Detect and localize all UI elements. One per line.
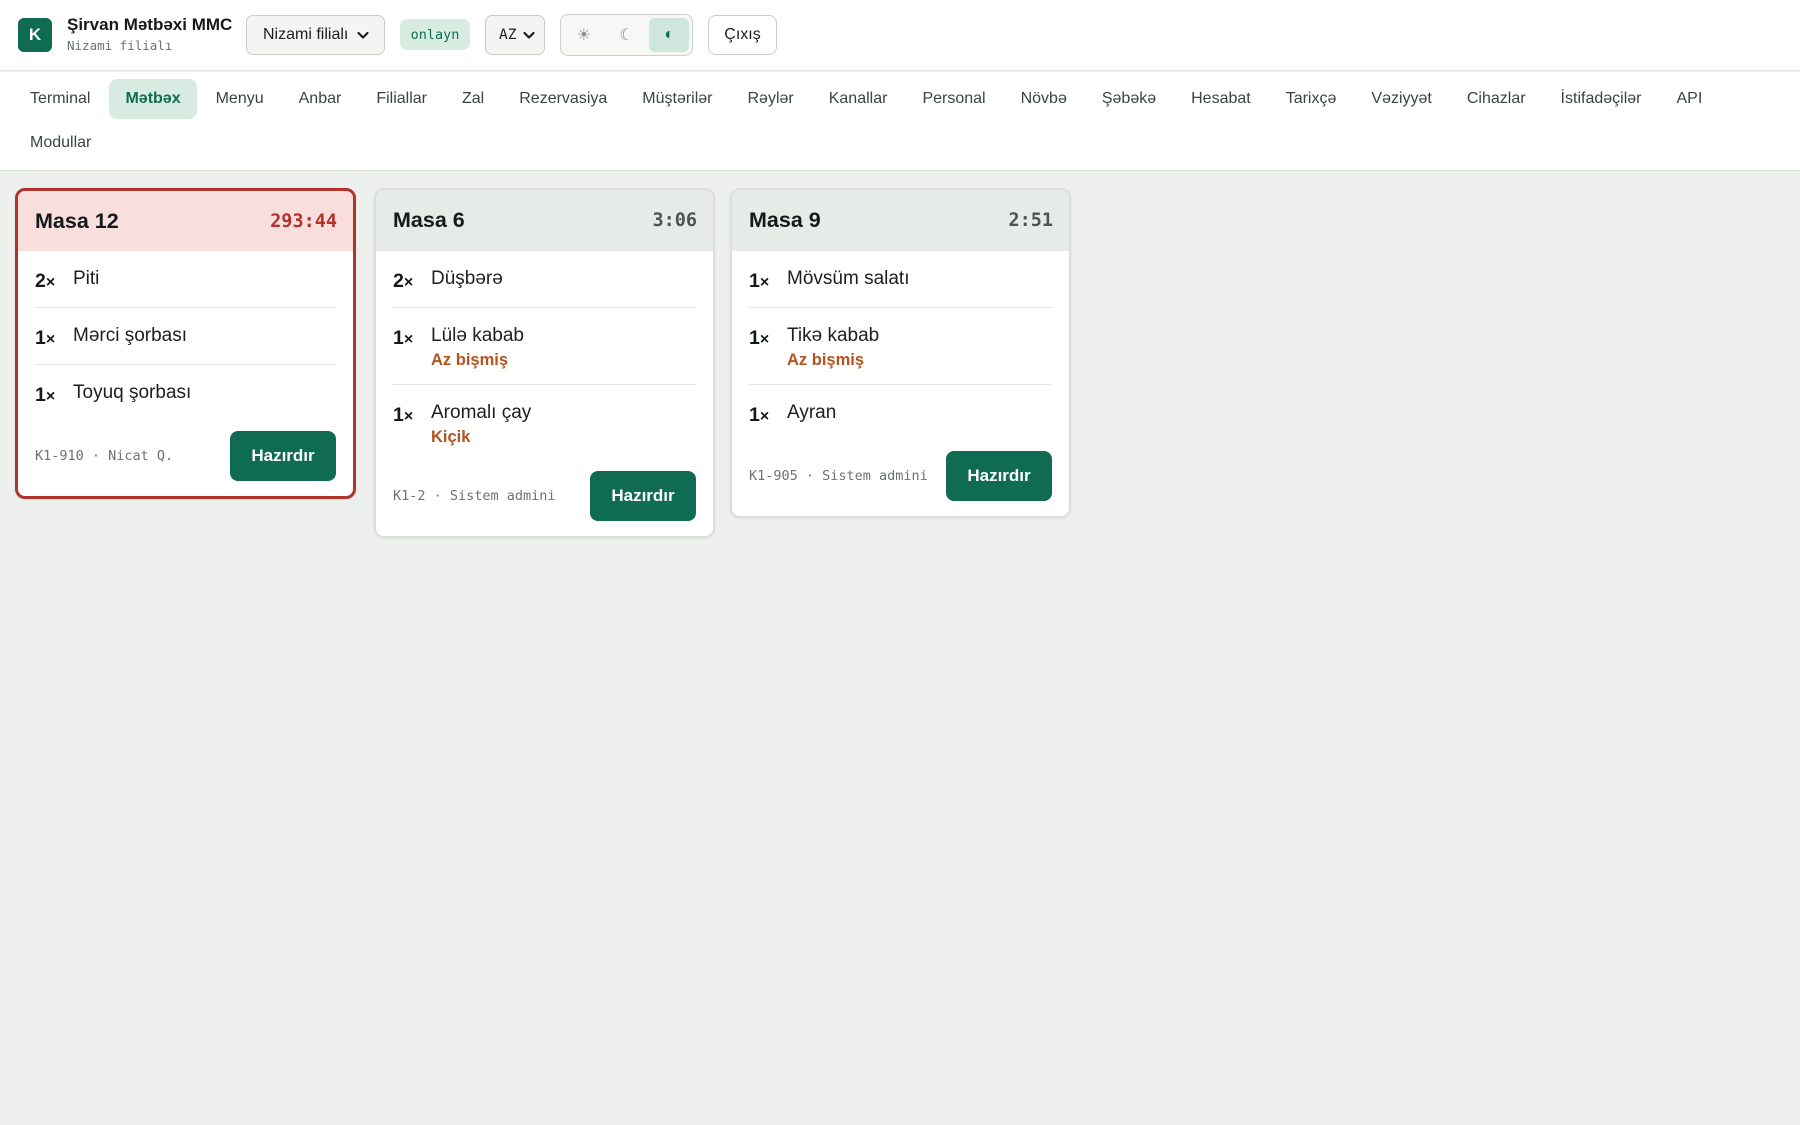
- table-name: Masa 9: [749, 208, 821, 232]
- ticket-item: 1× Tikə kabab Az bişmiş: [749, 308, 1052, 385]
- nav-item-customers[interactable]: Müştərilər: [626, 79, 728, 119]
- table-name: Masa 12: [35, 208, 119, 233]
- nav-item-modules[interactable]: Modullar: [14, 123, 107, 163]
- item-name: Lülə kabab: [431, 325, 524, 346]
- logout-button[interactable]: Çıxış: [708, 15, 777, 55]
- item-modifier: Az bişmiş: [431, 351, 509, 369]
- nav-item-shift[interactable]: Növbə: [1005, 79, 1083, 119]
- ticket-item: 1× Ayran: [749, 385, 1052, 441]
- nav-item-channels[interactable]: Kanallar: [813, 79, 904, 119]
- order-ticket: Masa 9 2:51 1× Mövsüm salatı 1× Tikə kab…: [730, 188, 1071, 518]
- item-quantity: 2×: [35, 270, 56, 292]
- ticket-item: 1× Mövsüm salatı: [749, 251, 1052, 308]
- order-ticket: Masa 6 3:06 2× Düşbərə 1× Lülə kabab Az …: [374, 188, 715, 538]
- branch-select-value: Nizami filialı: [263, 26, 349, 43]
- nav-item-kitchen[interactable]: Mətbəx: [109, 79, 197, 119]
- item-quantity: 1×: [749, 270, 770, 292]
- ticket-meta: K1-910 · Nicat Q.: [35, 448, 174, 464]
- ticket-header: Masa 6 3:06: [376, 190, 713, 251]
- main-nav: Terminal Mətbəx Menyu Anbar Filiallar Za…: [0, 72, 1800, 171]
- ticket-footer: K1-910 · Nicat Q. Hazırdır: [18, 421, 353, 496]
- item-quantity: 1×: [393, 404, 414, 426]
- moon-icon[interactable]: ☾: [607, 18, 647, 52]
- nav-item-terminal[interactable]: Terminal: [14, 79, 106, 119]
- item-name: Piti: [73, 268, 100, 289]
- company-logo: K: [18, 18, 52, 52]
- nav-item-branches[interactable]: Filiallar: [360, 79, 443, 119]
- ticket-items: 2× Düşbərə 1× Lülə kabab Az bişmiş 1× Ar…: [376, 251, 713, 461]
- ticket-item: 1× Mərci şorbası: [35, 308, 336, 365]
- company-name: Şirvan Mətbəxi MMC: [67, 15, 233, 34]
- nav-item-menu[interactable]: Menyu: [200, 79, 280, 119]
- language-select-value: AZ: [499, 27, 517, 43]
- item-name: Mərci şorbası: [73, 325, 188, 346]
- item-name: Düşbərə: [431, 268, 503, 289]
- item-name: Mövsüm salatı: [787, 268, 910, 289]
- sun-icon[interactable]: ☀: [564, 18, 604, 52]
- ready-button[interactable]: Hazırdır: [590, 471, 696, 521]
- nav-item-hall[interactable]: Zal: [446, 79, 500, 119]
- nav-item-staff[interactable]: Personal: [906, 79, 1001, 119]
- ticket-header: Masa 12 293:44: [18, 191, 353, 251]
- branch-select[interactable]: Nizami filialı: [246, 15, 385, 55]
- ticket-items: 2× Piti 1× Mərci şorbası 1× Toyuq şorbas…: [18, 251, 353, 421]
- nav-item-reviews[interactable]: Rəylər: [732, 79, 810, 119]
- nav-item-history[interactable]: Tarixçə: [1270, 79, 1353, 119]
- nav-item-users[interactable]: İstifadəçilər: [1545, 79, 1658, 119]
- ticket-footer: K1-905 · Sistem admini Hazırdır: [732, 441, 1069, 516]
- ticket-meta: K1-905 · Sistem admini: [749, 468, 928, 484]
- top-bar: K Şirvan Mətbəxi MMC Nizami filialı Niza…: [0, 0, 1800, 71]
- nav-item-reservation[interactable]: Rezervasiya: [503, 79, 623, 119]
- branch-subtitle: Nizami filialı: [67, 38, 173, 53]
- item-quantity: 2×: [393, 270, 414, 292]
- elapsed-timer: 3:06: [652, 210, 697, 231]
- item-quantity: 1×: [749, 327, 770, 349]
- ticket-footer: K1-2 · Sistem admini Hazırdır: [376, 461, 713, 536]
- item-modifier: Az bişmiş: [787, 351, 865, 369]
- nav-row: Modullar: [14, 123, 110, 163]
- order-ticket: Masa 12 293:44 2× Piti 1× Mərci şorbası …: [15, 188, 356, 499]
- language-select[interactable]: AZ: [485, 15, 545, 55]
- ticket-item: 1× Aromalı çay Kiçik: [393, 385, 696, 461]
- status-badge: onlayn: [400, 19, 470, 50]
- chevron-down-icon: [357, 31, 369, 39]
- theme-switcher: ☀ ☾ ◐: [560, 14, 693, 56]
- nav-item-status[interactable]: Vəziyyət: [1355, 79, 1447, 119]
- table-name: Masa 6: [393, 208, 465, 232]
- item-modifier: Kiçik: [431, 428, 471, 446]
- ticket-header: Masa 9 2:51: [732, 190, 1069, 251]
- nav-item-report[interactable]: Hesabat: [1175, 79, 1267, 119]
- ticket-item: 2× Piti: [35, 251, 336, 308]
- nav-item-devices[interactable]: Cihazlar: [1451, 79, 1542, 119]
- nav-item-warehouse[interactable]: Anbar: [283, 79, 358, 119]
- item-quantity: 1×: [35, 384, 56, 406]
- ticket-item: 1× Toyuq şorbası: [35, 365, 336, 421]
- item-name: Aromalı çay: [431, 402, 532, 423]
- item-quantity: 1×: [749, 404, 770, 426]
- item-name: Ayran: [787, 402, 837, 423]
- item-name: Toyuq şorbası: [73, 382, 192, 403]
- elapsed-timer: 2:51: [1008, 210, 1053, 231]
- ready-button[interactable]: Hazırdır: [946, 451, 1052, 501]
- nav-item-network[interactable]: Şəbəkə: [1086, 79, 1172, 119]
- item-quantity: 1×: [35, 327, 56, 349]
- chevron-down-icon: [523, 31, 535, 39]
- item-name: Tikə kabab: [787, 325, 880, 346]
- ticket-items: 1× Mövsüm salatı 1× Tikə kabab Az bişmiş…: [732, 251, 1069, 441]
- ticket-meta: K1-2 · Sistem admini: [393, 488, 556, 504]
- elapsed-timer: 293:44: [270, 210, 337, 232]
- contrast-icon[interactable]: ◐: [649, 18, 690, 52]
- item-quantity: 1×: [393, 327, 414, 349]
- nav-row: Terminal Mətbəx Menyu Anbar Filiallar Za…: [14, 79, 1721, 119]
- ready-button[interactable]: Hazırdır: [230, 431, 336, 481]
- nav-item-api[interactable]: API: [1660, 79, 1718, 119]
- ticket-item: 2× Düşbərə: [393, 251, 696, 308]
- ticket-item: 1× Lülə kabab Az bişmiş: [393, 308, 696, 385]
